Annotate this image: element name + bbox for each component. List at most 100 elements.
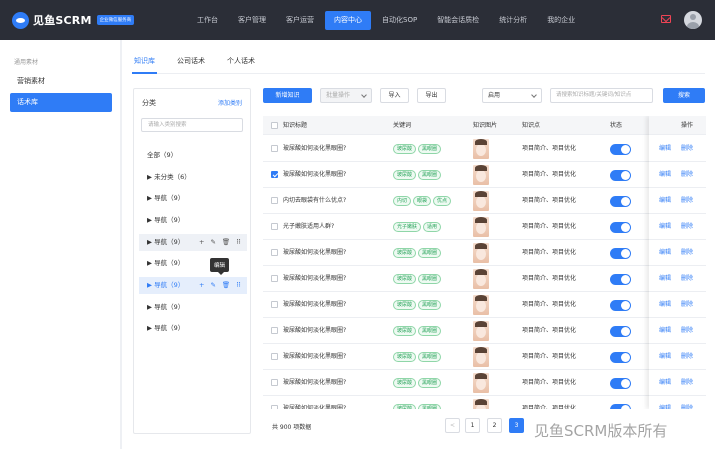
nav-item-5[interactable]: 智能会话质检 bbox=[428, 11, 488, 30]
add-icon[interactable]: + bbox=[199, 234, 204, 251]
nav-item-3[interactable]: 内容中心 bbox=[325, 11, 371, 30]
status-toggle[interactable] bbox=[610, 170, 631, 181]
add-icon[interactable]: + bbox=[199, 277, 204, 294]
edit-icon[interactable]: ✎ bbox=[210, 234, 215, 251]
drag-handle-icon[interactable]: ⠿ bbox=[236, 234, 241, 251]
status-toggle[interactable] bbox=[610, 404, 631, 409]
nav-item-0[interactable]: 工作台 bbox=[188, 11, 227, 30]
edit-link[interactable]: 编辑 bbox=[659, 162, 671, 188]
category-item[interactable]: ▶ 导航（9） + ✎ 🗑 ⠿ bbox=[139, 234, 247, 251]
row-checkbox[interactable] bbox=[271, 145, 278, 152]
category-item[interactable]: ▶ 导航（9） bbox=[134, 212, 244, 229]
edit-link[interactable]: 编辑 bbox=[659, 292, 671, 318]
mail-icon[interactable] bbox=[661, 15, 671, 23]
row-checkbox[interactable] bbox=[271, 223, 278, 230]
knowledge-image[interactable] bbox=[473, 347, 489, 367]
edit-link[interactable]: 编辑 bbox=[659, 240, 671, 266]
tab-personal-script[interactable]: 个人话术 bbox=[225, 49, 257, 74]
edit-icon[interactable]: ✎ bbox=[210, 277, 215, 294]
status-toggle[interactable] bbox=[610, 248, 631, 259]
knowledge-image[interactable] bbox=[473, 373, 489, 393]
category-item[interactable]: ▶ 导航（9） + ✎ 🗑 ⠿ bbox=[139, 277, 247, 294]
delete-link[interactable]: 删除 bbox=[681, 266, 693, 292]
edit-link[interactable]: 编辑 bbox=[659, 318, 671, 344]
row-checkbox[interactable] bbox=[271, 171, 278, 178]
delete-icon[interactable]: 🗑 bbox=[222, 277, 230, 294]
edit-link[interactable]: 编辑 bbox=[659, 214, 671, 240]
sidebar-item-marketing[interactable]: 营销素材 bbox=[10, 72, 112, 91]
category-item[interactable]: ▶ 导航（9） bbox=[134, 320, 244, 337]
category-item[interactable]: ▶ 导航（9） bbox=[134, 299, 244, 316]
nav-item-1[interactable]: 客户管理 bbox=[229, 11, 275, 30]
knowledge-image[interactable] bbox=[473, 295, 489, 315]
knowledge-image[interactable] bbox=[473, 243, 489, 263]
edit-link[interactable]: 编辑 bbox=[659, 396, 671, 409]
edit-link[interactable]: 编辑 bbox=[659, 344, 671, 370]
prev-page-button[interactable]: < bbox=[445, 418, 460, 433]
status-toggle[interactable] bbox=[610, 326, 631, 337]
import-button[interactable]: 导入 bbox=[380, 88, 409, 103]
row-checkbox[interactable] bbox=[271, 249, 278, 256]
delete-link[interactable]: 删除 bbox=[681, 136, 693, 162]
knowledge-search-input[interactable]: 请搜索知识标题/关键词/知识点 bbox=[550, 88, 653, 103]
status-select[interactable]: 启用 bbox=[482, 88, 542, 103]
status-toggle[interactable] bbox=[610, 274, 631, 285]
tab-company-script[interactable]: 公司话术 bbox=[175, 49, 207, 74]
status-toggle[interactable] bbox=[610, 378, 631, 389]
row-checkbox[interactable] bbox=[271, 327, 278, 334]
status-toggle[interactable] bbox=[610, 196, 631, 207]
nav-item-4[interactable]: 自动化SOP bbox=[373, 11, 426, 30]
status-toggle[interactable] bbox=[610, 144, 631, 155]
knowledge-image[interactable] bbox=[473, 165, 489, 185]
delete-link[interactable]: 删除 bbox=[681, 162, 693, 188]
page-3-button[interactable]: 3 bbox=[509, 418, 524, 433]
edit-link[interactable]: 编辑 bbox=[659, 266, 671, 292]
add-category-link[interactable]: 添加类别 bbox=[218, 98, 242, 107]
category-item[interactable]: 全部（9） bbox=[134, 147, 244, 164]
row-checkbox[interactable] bbox=[271, 353, 278, 360]
knowledge-image[interactable] bbox=[473, 139, 489, 159]
row-checkbox[interactable] bbox=[271, 379, 278, 386]
knowledge-image[interactable] bbox=[473, 269, 489, 289]
row-checkbox[interactable] bbox=[271, 275, 278, 282]
delete-link[interactable]: 删除 bbox=[681, 292, 693, 318]
category-item[interactable]: ▶ 导航（9） bbox=[134, 190, 244, 207]
row-checkbox[interactable] bbox=[271, 405, 278, 409]
logo[interactable]: 见鱼SCRM 企业微信服务商 bbox=[12, 11, 135, 29]
page-2-button[interactable]: 2 bbox=[487, 418, 502, 433]
knowledge-image[interactable] bbox=[473, 217, 489, 237]
delete-link[interactable]: 删除 bbox=[681, 240, 693, 266]
edit-link[interactable]: 编辑 bbox=[659, 136, 671, 162]
page-1-button[interactable]: 1 bbox=[465, 418, 480, 433]
delete-icon[interactable]: 🗑 bbox=[222, 234, 230, 251]
avatar[interactable] bbox=[684, 11, 702, 29]
delete-link[interactable]: 删除 bbox=[681, 370, 693, 396]
category-search-input[interactable]: 请输入类别搜索 bbox=[141, 118, 243, 132]
status-toggle[interactable] bbox=[610, 300, 631, 311]
row-checkbox[interactable] bbox=[271, 301, 278, 308]
delete-link[interactable]: 删除 bbox=[681, 214, 693, 240]
knowledge-image[interactable] bbox=[473, 399, 489, 409]
nav-item-6[interactable]: 统计分析 bbox=[490, 11, 536, 30]
category-item[interactable]: ▶ 未分类（6） bbox=[134, 169, 244, 186]
nav-item-7[interactable]: 我的企业 bbox=[538, 11, 584, 30]
row-checkbox[interactable] bbox=[271, 197, 278, 204]
nav-item-2[interactable]: 客户运营 bbox=[277, 11, 323, 30]
select-all-checkbox[interactable] bbox=[271, 122, 278, 129]
knowledge-image[interactable] bbox=[473, 321, 489, 341]
delete-link[interactable]: 删除 bbox=[681, 344, 693, 370]
knowledge-image[interactable] bbox=[473, 191, 489, 211]
delete-link[interactable]: 删除 bbox=[681, 188, 693, 214]
tab-knowledge[interactable]: 知识库 bbox=[132, 49, 157, 74]
status-toggle[interactable] bbox=[610, 352, 631, 363]
export-button[interactable]: 导出 bbox=[417, 88, 446, 103]
batch-operation-select[interactable]: 批量操作 bbox=[320, 88, 372, 103]
delete-link[interactable]: 删除 bbox=[681, 396, 693, 409]
edit-link[interactable]: 编辑 bbox=[659, 188, 671, 214]
sidebar-item-script-library[interactable]: 话术库 bbox=[10, 93, 112, 112]
drag-handle-icon[interactable]: ⠿ bbox=[236, 277, 241, 294]
edit-link[interactable]: 编辑 bbox=[659, 370, 671, 396]
status-toggle[interactable] bbox=[610, 222, 631, 233]
delete-link[interactable]: 删除 bbox=[681, 318, 693, 344]
search-button[interactable]: 搜索 bbox=[663, 88, 705, 103]
